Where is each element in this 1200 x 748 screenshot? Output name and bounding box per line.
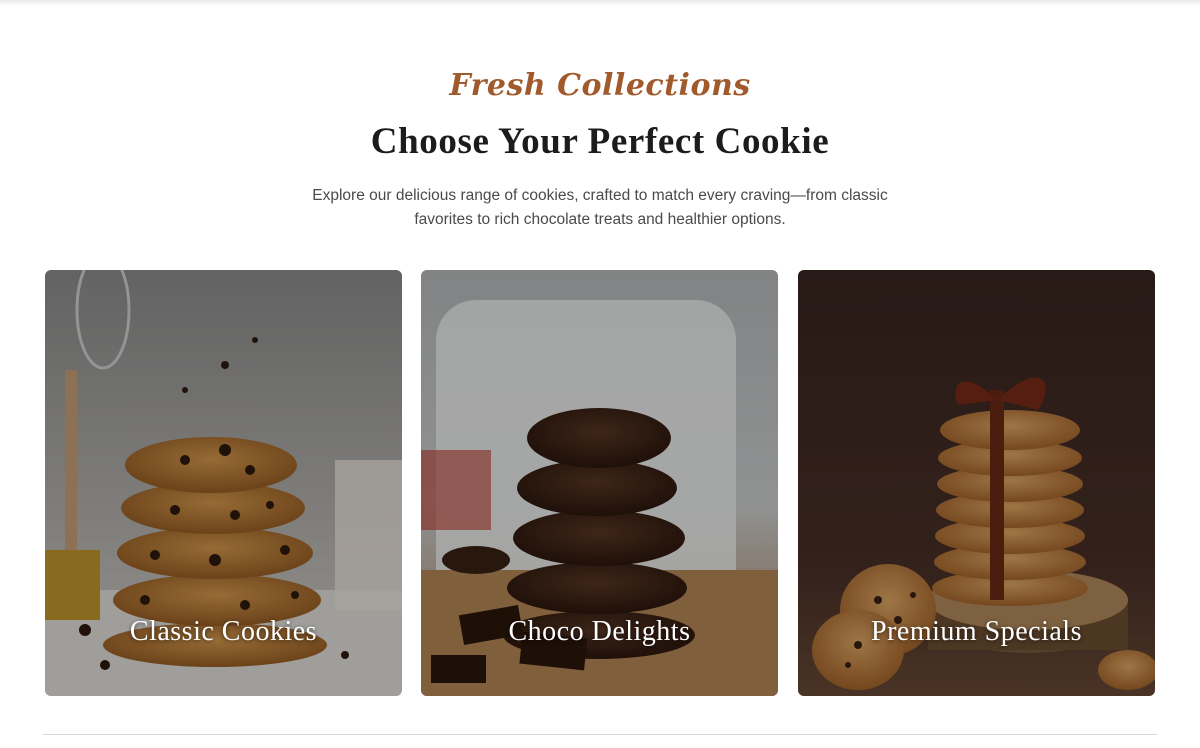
card-title: Choco Delights — [508, 616, 691, 647]
card-title: Premium Specials — [871, 616, 1082, 647]
section-title: Choose Your Perfect Cookie — [370, 121, 830, 162]
section-description: Explore our delicious range of cookies, … — [312, 187, 888, 228]
category-card-choco-delights[interactable]: Choco Delights — [421, 270, 778, 696]
header-shadow — [0, 0, 1200, 6]
section-divider — [43, 734, 1157, 735]
section-eyebrow: Fresh Collections — [449, 68, 751, 103]
card-title: Classic Cookies — [129, 616, 318, 647]
category-card-classic-cookies[interactable]: Classic Cookies — [45, 270, 402, 696]
category-card-premium-specials[interactable]: Premium Specials — [798, 270, 1155, 696]
